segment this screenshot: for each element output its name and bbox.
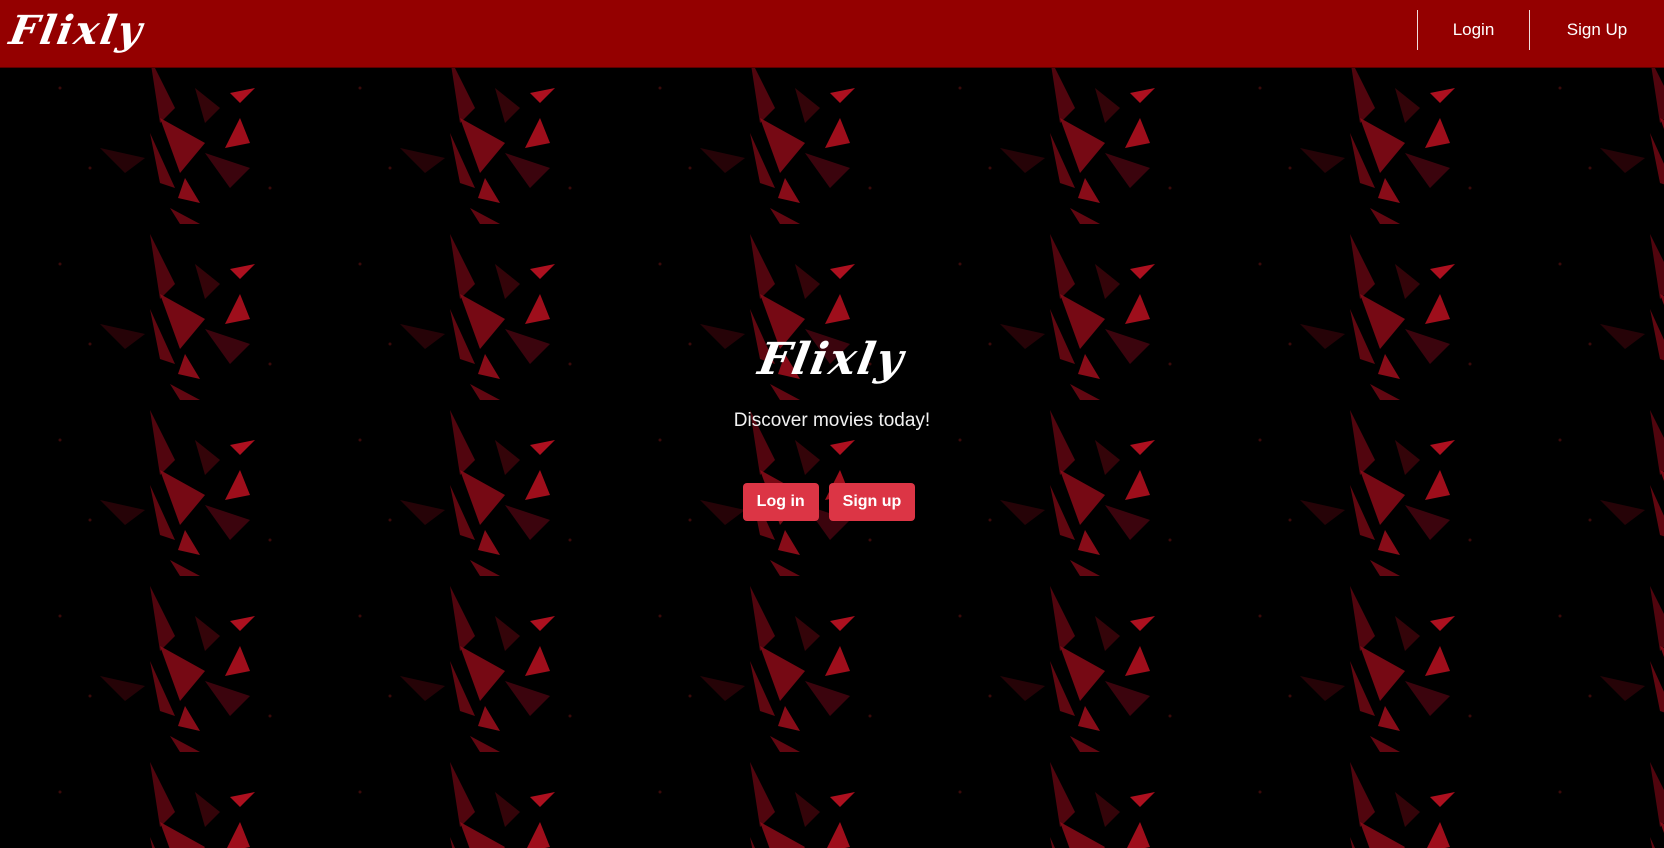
hero-tagline: Discover movies today! [733, 410, 931, 431]
nav-signup-link[interactable]: Sign Up [1529, 10, 1664, 50]
brand-logo[interactable]: Flixly [6, 6, 148, 56]
hero-logo: Flixly [0, 332, 1664, 388]
signup-button[interactable]: Sign up [828, 483, 916, 521]
hero-logo-text: Flixly [754, 334, 910, 385]
login-button[interactable]: Log in [742, 483, 819, 521]
nav-links: Login Sign Up [1417, 10, 1664, 50]
hero-button-row: Log in Sign up [0, 483, 1664, 521]
nav-login-link[interactable]: Login [1417, 10, 1529, 50]
top-navbar: Flixly Login Sign Up [0, 0, 1664, 68]
hero-section: Flixly Discover movies today! Log in Sig… [0, 68, 1664, 848]
